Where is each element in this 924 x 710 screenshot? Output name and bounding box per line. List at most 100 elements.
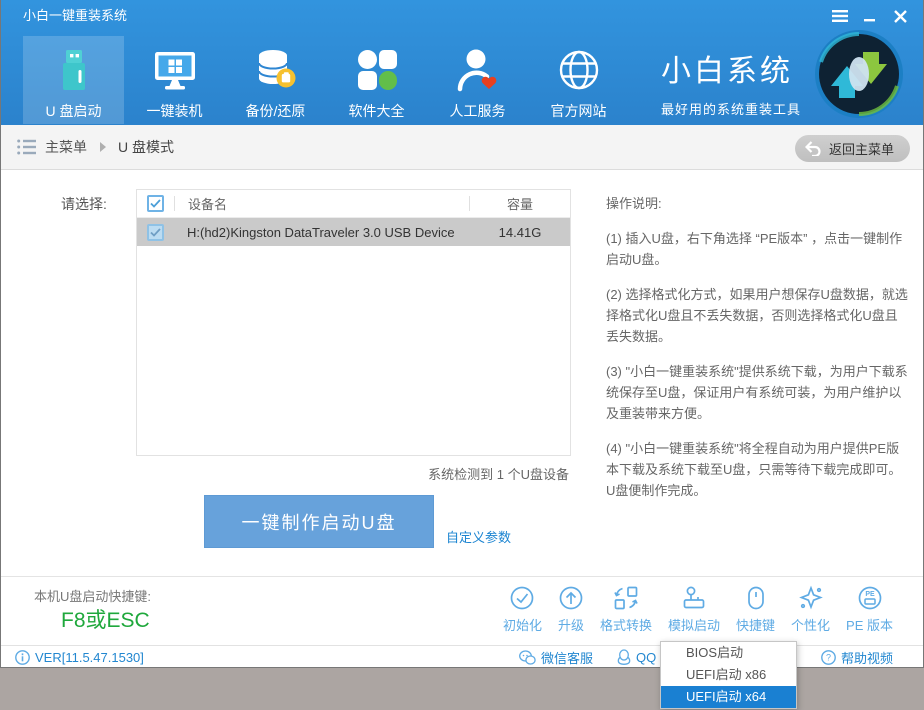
clover-apps-icon — [353, 46, 401, 94]
nav-label: 人工服务 — [450, 101, 506, 121]
globe-icon — [555, 46, 603, 94]
brand-tagline: 最好用的系统重装工具 — [661, 99, 801, 118]
tool-label: 快捷键 — [736, 615, 775, 634]
hotkey-value: F8或ESC — [61, 604, 150, 634]
column-header-capacity: 容量 — [470, 194, 570, 213]
make-boot-usb-button[interactable]: 一键制作启动U盘 — [204, 495, 434, 548]
close-button[interactable] — [885, 4, 915, 28]
tool-initialize[interactable]: 初始化 — [495, 585, 550, 634]
info-icon — [15, 650, 30, 665]
upgrade-arrow-icon — [558, 585, 584, 611]
monitor-icon — [151, 46, 199, 94]
minimize-button[interactable] — [855, 4, 885, 28]
instruction-step: (3) "小白一键重装系统"提供系统下载，为用户下载系统保存至U盘，保证用户有系… — [606, 361, 909, 424]
joystick-icon — [681, 585, 707, 611]
breadcrumb-root[interactable]: 主菜单 — [45, 125, 87, 169]
table-row[interactable]: H:(hd2)Kingston DataTraveler 3.0 USB Dev… — [137, 218, 570, 246]
table-header: 设备名 容量 — [137, 190, 570, 218]
column-header-device: 设备名 — [175, 194, 469, 213]
wechat-label: 微信客服 — [541, 648, 593, 667]
brand-logo-icon — [813, 28, 905, 120]
question-icon: ? — [821, 650, 836, 665]
detect-status-text: 系统检测到 1 个U盘设备 — [428, 464, 569, 483]
version-info: VER[11.5.47.1530] — [15, 646, 144, 668]
qq-label: QQ — [636, 650, 656, 665]
nav-item-one-key-install[interactable]: 一键装机 — [124, 36, 225, 124]
main-content: 请选择: 设备名 容量 — [1, 170, 923, 577]
main-nav: U 盘启动 一键装机 — [23, 36, 629, 124]
breadcrumb: 主菜单 U 盘模式 返回主菜单 — [1, 125, 923, 170]
header: 小白一键重装系统 — [1, 0, 923, 125]
qq-penguin-icon — [617, 649, 631, 665]
title-bar: 小白一键重装系统 — [1, 0, 923, 32]
mouse-icon — [743, 585, 769, 611]
nav-label: U 盘启动 — [46, 101, 102, 121]
window-title: 小白一键重装系统 — [23, 0, 127, 32]
application: 小白一键重装系统 — [0, 0, 924, 710]
tool-label: PE 版本 — [846, 615, 893, 634]
row-checkbox[interactable] — [147, 224, 164, 241]
nav-item-website[interactable]: 官方网站 — [528, 36, 629, 124]
back-to-main-menu-button[interactable]: 返回主菜单 — [795, 135, 910, 162]
popup-item-uefi-x64[interactable]: UEFI启动 x64 — [661, 686, 796, 708]
device-table: 设备名 容量 H:(hd2)Kingston DataTraveler 3.0 … — [136, 189, 571, 456]
person-heart-icon — [454, 46, 502, 94]
tool-label: 升级 — [558, 615, 584, 634]
select-all-checkbox[interactable] — [147, 195, 164, 212]
pe-version-icon: PE — [857, 585, 883, 611]
select-label: 请选择: — [61, 194, 107, 214]
instructions-title: 操作说明: — [606, 193, 909, 214]
wechat-support-link[interactable]: 微信客服 — [519, 646, 593, 668]
popup-item-bios[interactable]: BIOS启动 — [661, 642, 796, 664]
version-text: VER[11.5.47.1530] — [35, 650, 144, 665]
tool-format-convert[interactable]: 格式转换 — [592, 585, 660, 634]
help-video-link[interactable]: ? 帮助视频 — [821, 646, 893, 668]
nav-item-backup-restore[interactable]: 备份/还原 — [225, 36, 326, 124]
app-window: 小白一键重装系统 — [0, 0, 924, 668]
hotkey-label: 本机U盘启动快捷键: — [34, 586, 151, 605]
tool-upgrade[interactable]: 升级 — [550, 585, 592, 634]
popup-item-uefi-x86[interactable]: UEFI启动 x86 — [661, 664, 796, 686]
usb-drive-icon — [50, 46, 98, 94]
instructions-panel: 操作说明: (1) 插入U盘，右下角选择 “PE版本” ，点击一键制作启动U盘。… — [606, 193, 909, 515]
nav-item-usb-boot[interactable]: U 盘启动 — [23, 36, 124, 124]
boot-mode-popup-menu: BIOS启动 UEFI启动 x86 UEFI启动 x64 — [660, 641, 797, 709]
nav-label: 官方网站 — [551, 101, 607, 121]
convert-icon — [613, 585, 639, 611]
tool-label: 格式转换 — [600, 615, 652, 634]
tool-pe-version[interactable]: PE PE 版本 — [838, 585, 901, 634]
tool-label: 个性化 — [791, 615, 830, 634]
database-icon — [252, 46, 300, 94]
nav-label: 备份/还原 — [246, 101, 306, 121]
tool-hotkey[interactable]: 快捷键 — [728, 585, 783, 634]
check-circle-icon — [509, 585, 535, 611]
breadcrumb-current: U 盘模式 — [118, 125, 174, 169]
nav-label: 一键装机 — [147, 101, 203, 121]
nav-item-support[interactable]: 人工服务 — [427, 36, 528, 124]
tool-personalize[interactable]: 个性化 — [783, 585, 838, 634]
tool-simulate-boot[interactable]: 模拟启动 — [660, 585, 728, 634]
list-icon — [17, 139, 36, 160]
device-name-cell: H:(hd2)Kingston DataTraveler 3.0 USB Dev… — [174, 225, 470, 240]
menu-icon[interactable] — [825, 4, 855, 28]
tool-label: 初始化 — [503, 615, 542, 634]
footer-toolbar: 本机U盘启动快捷键: F8或ESC 初始化 升级 — [1, 577, 923, 645]
tool-label: 模拟启动 — [668, 615, 720, 634]
help-label: 帮助视频 — [841, 648, 893, 667]
qq-support-link[interactable]: QQ — [617, 646, 656, 668]
breadcrumb-arrow-icon — [100, 142, 106, 152]
instruction-step: (4) "小白一键重装系统"将全程自动为用户提供PE版本下载及系统下载至U盘，只… — [606, 438, 909, 501]
nav-item-software[interactable]: 软件大全 — [326, 36, 427, 124]
wechat-icon — [519, 650, 536, 665]
brand-name: 小白系统 — [661, 46, 801, 90]
instruction-step: (2) 选择格式化方式，如果用户想保存U盘数据，就选择格式化U盘且不丢失数据，否… — [606, 284, 909, 347]
nav-label: 软件大全 — [349, 101, 405, 121]
brand-block: 小白系统 最好用的系统重装工具 — [661, 46, 801, 118]
capacity-cell: 14.41G — [470, 225, 570, 240]
svg-text:?: ? — [826, 652, 831, 662]
instruction-step: (1) 插入U盘，右下角选择 “PE版本” ，点击一键制作启动U盘。 — [606, 228, 909, 270]
back-button-label: 返回主菜单 — [829, 139, 894, 158]
sparkle-star-icon — [798, 585, 824, 611]
undo-arrow-icon — [805, 141, 822, 156]
custom-params-link[interactable]: 自定义参数 — [446, 527, 511, 546]
